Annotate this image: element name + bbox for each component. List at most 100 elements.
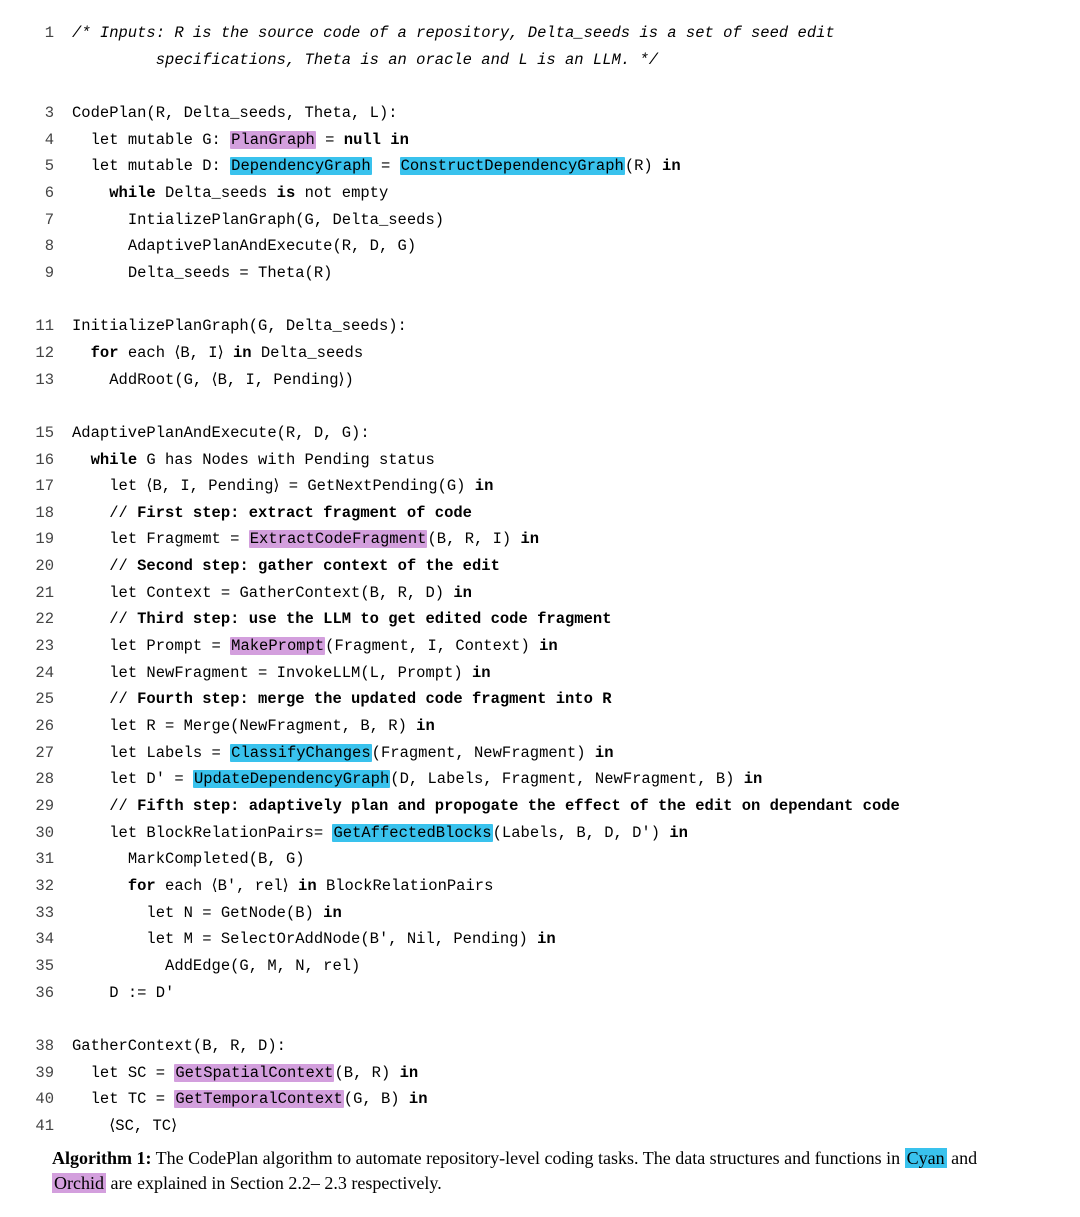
code-line: 17 let ⟨B, I, Pending⟩ = GetNextPending(… (28, 473, 1052, 500)
line-number: 17 (28, 473, 54, 500)
code-line: 15AdaptivePlanAndExecute(R, D, G): (28, 420, 1052, 447)
code-fragment: // (109, 610, 137, 628)
line-number: 4 (28, 127, 54, 154)
code-fragment: for (91, 344, 119, 362)
line-number: 27 (28, 740, 54, 767)
code-fragment: InitializePlanGraph(G, Delta_seeds): (72, 317, 407, 335)
line-number: 23 (28, 633, 54, 660)
code-fragment: // (109, 504, 137, 522)
code-fragment: let Prompt = (109, 637, 230, 655)
code-fragment: let Context = GatherContext(B, R, D) (109, 584, 453, 602)
code-fragment: ConstructDependencyGraph (400, 157, 625, 175)
code-fragment: let N = GetNode(B) (146, 904, 323, 922)
code-line: 13 AddRoot(G, ⟨B, I, Pending⟩) (28, 367, 1052, 394)
line-number: 7 (28, 207, 54, 234)
code-line: 6 while Delta_seeds is not empty (28, 180, 1052, 207)
code-fragment: in (233, 344, 252, 362)
code-fragment: CodePlan(R, Delta_seeds, Theta, L): (72, 104, 398, 122)
code-line: 12 for each ⟨B, I⟩ in Delta_seeds (28, 340, 1052, 367)
code-line: 38GatherContext(B, R, D): (28, 1033, 1052, 1060)
code-line: 29 // Fifth step: adaptively plan and pr… (28, 793, 1052, 820)
code-fragment: AddRoot(G, ⟨B, I, Pending⟩) (109, 371, 354, 389)
code-line: 18 // First step: extract fragment of co… (28, 500, 1052, 527)
code-line: 41 ⟨SC, TC⟩ (28, 1113, 1052, 1140)
code-fragment: each ⟨B, I⟩ (119, 344, 233, 362)
code-fragment: PlanGraph (230, 131, 316, 149)
line-number: 33 (28, 900, 54, 927)
code-line (28, 1006, 1052, 1033)
code-fragment: (D, Labels, Fragment, NewFragment, B) (390, 770, 743, 788)
code-line: 3CodePlan(R, Delta_seeds, Theta, L): (28, 100, 1052, 127)
code-line: specifications, Theta is an oracle and L… (28, 47, 1052, 74)
code-fragment: // (109, 690, 137, 708)
code-line: 35 AddEdge(G, M, N, rel) (28, 953, 1052, 980)
line-number: 40 (28, 1086, 54, 1113)
code-fragment: Third step: use the LLM to get edited co… (137, 610, 611, 628)
line-number: 30 (28, 820, 54, 847)
code-line: 32 for each ⟨B′, rel⟩ in BlockRelationPa… (28, 873, 1052, 900)
code-fragment: Delta_seeds (156, 184, 277, 202)
code-fragment: BlockRelationPairs (317, 877, 494, 895)
code-fragment: in (400, 1064, 419, 1082)
code-fragment: G has Nodes with Pending status (137, 451, 435, 469)
code-fragment: (Fragment, NewFragment) (372, 744, 595, 762)
code-fragment: Second step: gather context of the edit (137, 557, 500, 575)
code-fragment: in (539, 637, 558, 655)
code-fragment: is (277, 184, 296, 202)
code-line: 11 InitializePlanGraph(G, Delta_seeds): (28, 313, 1052, 340)
code-line (28, 287, 1052, 314)
code-fragment: specifications, Theta is an oracle and L… (156, 51, 658, 69)
code-fragment: in (416, 717, 435, 735)
code-fragment: let BlockRelationPairs= (109, 824, 332, 842)
code-line: 24 let NewFragment = InvokeLLM(L, Prompt… (28, 660, 1052, 687)
code-fragment: in (595, 744, 614, 762)
code-line (28, 73, 1052, 100)
code-line: 39 let SC = GetSpatialContext(B, R) in (28, 1060, 1052, 1087)
code-fragment: AdaptivePlanAndExecute(R, D, G) (128, 237, 416, 255)
code-fragment: = (316, 131, 344, 149)
line-number: 41 (28, 1113, 54, 1140)
code-line: 20 // Second step: gather context of the… (28, 553, 1052, 580)
code-fragment: null in (344, 131, 409, 149)
line-number: 15 (28, 420, 54, 447)
algorithm-caption: Algorithm 1: The CodePlan algorithm to a… (28, 1146, 1052, 1197)
code-fragment: let SC = (91, 1064, 175, 1082)
code-fragment: MarkCompleted(B, G) (128, 850, 305, 868)
code-fragment: in (662, 157, 681, 175)
code-line: 8 AdaptivePlanAndExecute(R, D, G) (28, 233, 1052, 260)
code-fragment: in (521, 530, 540, 548)
code-line: 40 let TC = GetTemporalContext(G, B) in (28, 1086, 1052, 1113)
code-fragment: (B, R, I) (427, 530, 520, 548)
code-fragment: First step: extract fragment of code (137, 504, 472, 522)
line-number: 25 (28, 686, 54, 713)
caption-text-mid: and (947, 1148, 978, 1168)
line-number: 19 (28, 526, 54, 553)
code-fragment: IntializePlanGraph(G, Delta_seeds) (128, 211, 444, 229)
line-number: 28 (28, 766, 54, 793)
line-number: 29 (28, 793, 54, 820)
code-line: 25 // Fourth step: merge the updated cod… (28, 686, 1052, 713)
caption-orchid-box: Orchid (52, 1173, 106, 1193)
code-fragment: // (109, 797, 137, 815)
line-number: 11 (28, 313, 54, 340)
code-fragment: = (372, 157, 400, 175)
code-fragment: ⟨SC, TC⟩ (109, 1117, 177, 1135)
code-fragment: while (91, 451, 138, 469)
code-line: 23 let Prompt = MakePrompt(Fragment, I, … (28, 633, 1052, 660)
code-fragment: let Labels = (109, 744, 230, 762)
line-number: 1 (28, 20, 54, 47)
code-fragment: (B, R) (334, 1064, 399, 1082)
caption-text-pre: The CodePlan algorithm to automate repos… (151, 1148, 904, 1168)
code-line (28, 393, 1052, 420)
line-number: 18 (28, 500, 54, 527)
code-fragment: in (323, 904, 342, 922)
line-number: 16 (28, 447, 54, 474)
line-number: 22 (28, 606, 54, 633)
line-number: 8 (28, 233, 54, 260)
code-fragment: /* Inputs: R is the source code of a rep… (72, 24, 835, 42)
line-number: 9 (28, 260, 54, 287)
code-line: 4 let mutable G: PlanGraph = null in (28, 127, 1052, 154)
code-fragment: ClassifyChanges (230, 744, 372, 762)
line-number: 20 (28, 553, 54, 580)
line-number: 13 (28, 367, 54, 394)
